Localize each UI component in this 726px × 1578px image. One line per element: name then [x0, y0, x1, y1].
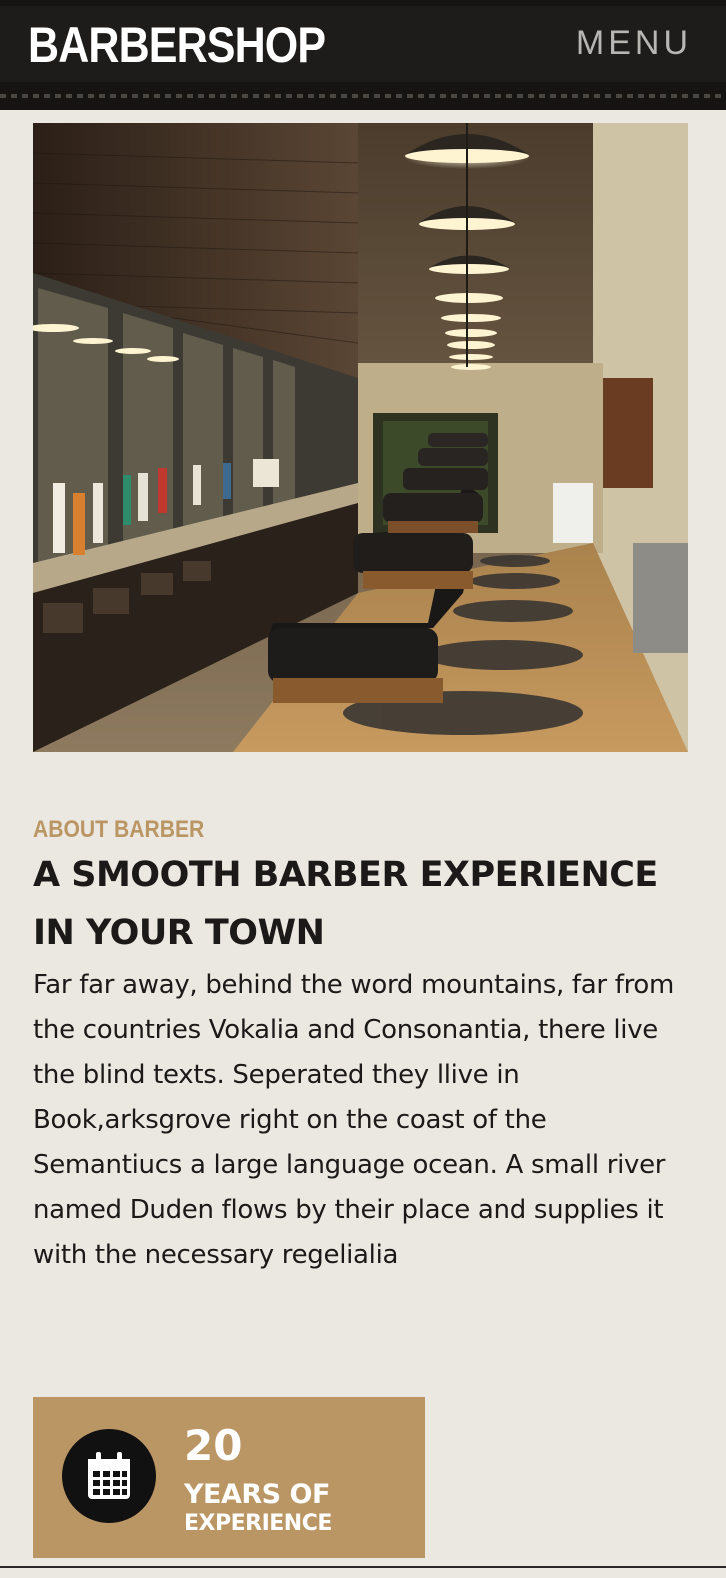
bottom-divider: [0, 1566, 726, 1568]
experience-years-number: 20: [184, 1421, 243, 1470]
site-header: BARBERSHOP MENU: [0, 0, 726, 110]
menu-button[interactable]: MENU: [576, 24, 692, 63]
brand-logo[interactable]: BARBERSHOP: [28, 16, 326, 74]
about-headline: A SMOOTH BARBER EXPERIENCE IN YOUR TOWN: [33, 855, 658, 953]
experience-label-line1: YEARS OF: [184, 1479, 330, 1510]
hero-image: [33, 123, 688, 752]
header-bar: BARBERSHOP MENU: [0, 6, 726, 82]
about-eyebrow: ABOUT BARBER: [33, 816, 205, 843]
calendar-icon: [88, 1452, 130, 1499]
experience-label-line2: EXPERIENCE: [184, 1511, 332, 1536]
experience-card: 20 YEARS OF EXPERIENCE: [33, 1397, 425, 1558]
header-divider: [0, 94, 726, 98]
experience-icon-badge: [62, 1429, 156, 1523]
about-paragraph: Far far away, behind the word mountains,…: [33, 970, 675, 1270]
